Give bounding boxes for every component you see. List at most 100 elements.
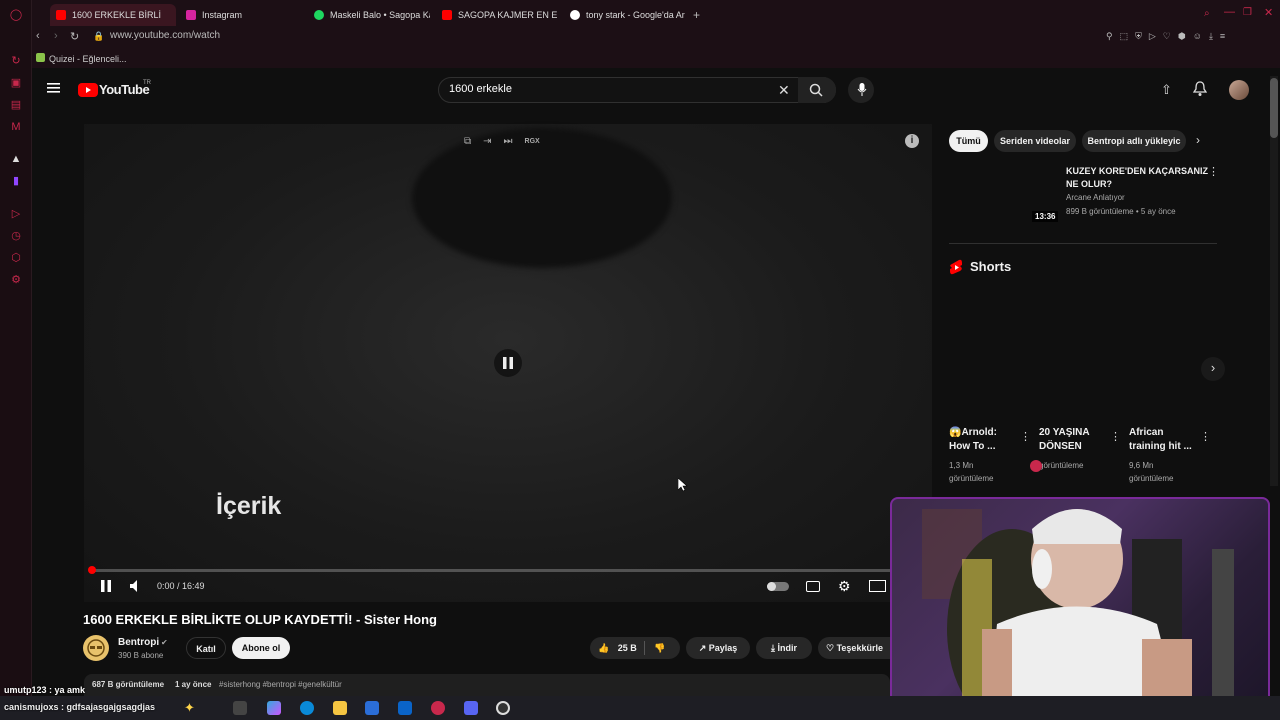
search-input[interactable]: 1600 erkekle [449,83,512,95]
shorts-next-icon[interactable]: › [1201,357,1225,381]
voice-search-button[interactable] [848,77,874,103]
hamburger-menu-icon[interactable] [47,82,61,94]
clear-search-icon[interactable]: ✕ [778,82,790,99]
minimize-icon[interactable]: — [1224,6,1235,18]
store-icon[interactable] [365,701,379,715]
youtube-logo[interactable] [78,83,98,97]
tab-google[interactable]: tony stark - Google'da Ar [564,4,688,26]
url-field[interactable]: www.youtube.com/watch [110,30,220,41]
play-icon[interactable]: ▷ [9,207,23,221]
player-icon[interactable]: ▷ [1149,31,1156,43]
short-1-more-icon[interactable]: ⋮ [1020,430,1031,443]
autoplay-toggle[interactable] [767,582,789,591]
menu-icon[interactable]: ≡ [1220,31,1225,43]
share-button[interactable]: ↗ Paylaş [686,637,750,659]
download-button[interactable]: ⤓ İndir [756,637,812,659]
forward-icon[interactable]: › [54,30,58,42]
short-views-line: 1,3 Mn [949,461,974,470]
compass-icon[interactable]: ▲ [9,152,23,166]
settings-icon[interactable]: ⚙ [9,273,23,287]
obs-icon[interactable] [496,701,510,715]
bookmark-quizei[interactable]: Quizei - Eğlenceli... [49,54,127,64]
short-2-title[interactable]: 20 YAŞINA DÖNSEN [1039,426,1090,454]
shield-icon[interactable]: ⛨ [1135,31,1142,43]
upload-icon[interactable]: ⇧ [1161,82,1172,98]
thumbs-down-icon[interactable]: 👎 [654,637,665,659]
heart-icon[interactable]: ♡ [1163,31,1171,43]
rec-channel[interactable]: Arcane Anlatıyor [1066,193,1125,202]
notifications-bell-icon[interactable] [1193,81,1207,97]
channel-name[interactable]: Bentropi [118,637,159,648]
join-button[interactable]: Katıl [186,637,226,659]
scrollbar-thumb[interactable] [1270,78,1278,138]
tab-youtube[interactable]: 1600 ERKEKLE BİRLİ [50,4,176,26]
volume-icon[interactable] [130,580,142,592]
opera-taskbar-icon[interactable] [431,701,445,715]
extensions-icon[interactable]: ⬢ [1178,31,1186,43]
like-count[interactable]: 25 B [618,643,637,653]
theater-mode-icon[interactable] [869,580,886,592]
progress-bar[interactable] [90,569,890,572]
new-tab-icon[interactable]: + [693,8,700,22]
toolbar-icons: ⚲ ⬚ ⛨ ▷ ♡ ⬢ ☺ ⤓ ≡ [1106,31,1266,43]
file-explorer-icon[interactable] [333,701,347,715]
reload-icon[interactable]: ↻ [70,30,79,43]
twitch-icon[interactable]: ▮ [9,174,23,188]
description-date: 1 ay önce [175,680,212,689]
close-window-icon[interactable]: ✕ [1264,6,1273,19]
back-icon[interactable]: ‹ [36,30,40,42]
messenger-icon[interactable]: ▤ [9,98,23,112]
settings-gear-icon[interactable]: ⚙ [838,578,851,595]
thumbs-up-icon[interactable]: 👍 [598,643,609,653]
short-3-title[interactable]: African training hit ... [1129,426,1192,454]
outlook-icon[interactable] [398,701,412,715]
description-tags[interactable]: #sisterhong #bentropi #genelkültür [219,680,342,689]
download-icon[interactable]: ⤓ [1209,31,1213,43]
tab-youtube-2[interactable]: SAGOPA KAJMER EN EFS [436,4,558,26]
tab-instagram[interactable]: Instagram [180,4,300,26]
rec-title[interactable]: KUZEY KORE'DEN KAÇARSANIZ NE OLUR? [1066,165,1208,191]
progress-scrubber[interactable] [88,566,96,574]
thanks-button[interactable]: ♡ Teşekkürle [818,637,890,659]
channel-avatar[interactable] [83,635,109,661]
subscribe-button[interactable]: Abone ol [232,637,290,659]
edge-icon[interactable] [300,701,314,715]
opera-logo-icon[interactable]: ◯ [9,8,23,22]
skip-icon[interactable]: ⏭ [504,136,513,147]
pin-icon[interactable]: ⚲ [1106,31,1113,43]
scrollbar[interactable] [1270,76,1278,486]
exit-icon[interactable]: ⇥ [483,136,491,147]
tab-spotify[interactable]: Maskeli Balo • Sagopa Ka [308,4,430,26]
chip-all[interactable]: Tümü [949,130,988,152]
gmail-icon[interactable]: M [9,120,23,134]
chips-next-icon[interactable]: › [1196,133,1200,147]
subtitles-icon[interactable] [806,581,820,592]
avatar[interactable] [1229,80,1249,100]
refresh-icon[interactable]: ↻ [9,54,23,68]
short-title-line: DÖNSEN [1039,441,1082,452]
rec-more-icon[interactable]: ⋮ [1208,165,1219,178]
popup-icon[interactable]: ⧉ [464,136,471,147]
task-view-icon[interactable] [233,701,247,715]
short-1-title[interactable]: 😱Arnold: How To ... [949,426,997,454]
search-button[interactable] [798,77,836,103]
bag-icon[interactable]: ▣ [9,76,23,90]
history-icon[interactable]: ◷ [9,229,23,243]
discord-icon[interactable] [464,701,478,715]
pause-button[interactable] [101,580,111,592]
profile-icon[interactable]: ☺ [1193,31,1202,43]
chip-uploader[interactable]: Bentropi adlı yükleyic [1082,130,1186,152]
thanks-icon: ♡ [826,643,835,653]
divider [949,243,1217,244]
snapshot-icon[interactable]: ⬚ [1120,31,1129,43]
short-3-more-icon[interactable]: ⋮ [1200,430,1211,443]
box-icon[interactable]: ⬡ [9,251,23,265]
maximize-icon[interactable]: ❐ [1243,7,1252,18]
center-pause-icon[interactable] [494,349,522,377]
search-tabs-icon[interactable]: ⌕ [1204,8,1210,19]
info-icon[interactable]: i [905,134,919,148]
copilot-icon[interactable] [267,701,281,715]
short-2-more-icon[interactable]: ⋮ [1110,430,1121,443]
rgx-badge[interactable]: RGX [525,136,540,147]
chip-series[interactable]: Seriden videolar [994,130,1076,152]
